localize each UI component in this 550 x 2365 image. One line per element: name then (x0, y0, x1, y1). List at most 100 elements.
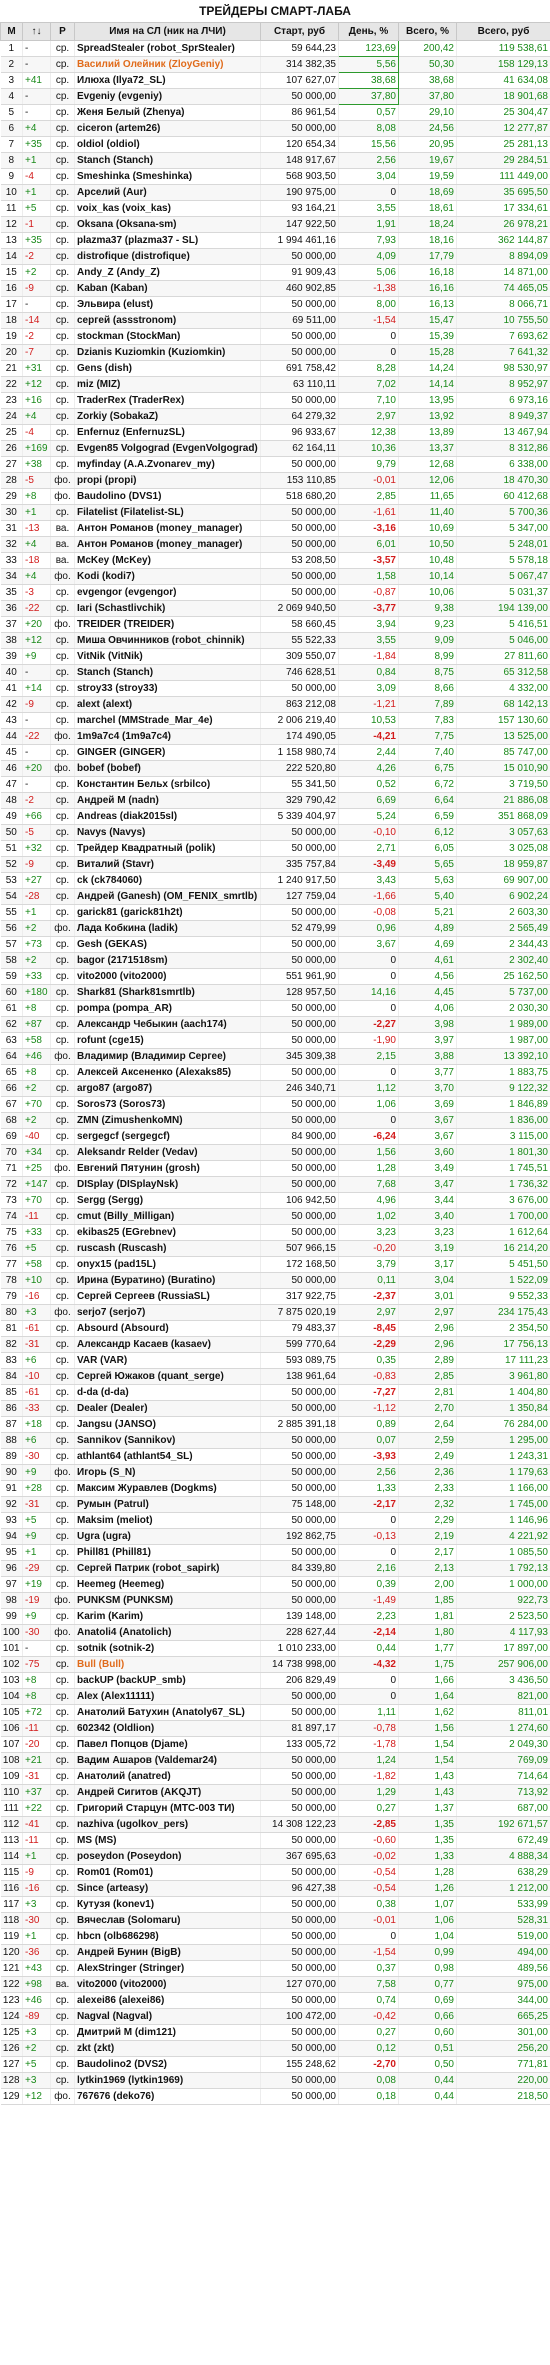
table-row[interactable]: 59 +33 ср. vito2000 (vito2000) 551 961,90 0 4,… (0, 968, 550, 985)
table-row[interactable]: 3 +41 ср. Илюха (Ilya72_SL) 107 627,07 38,68 3… (0, 72, 550, 89)
table-row[interactable]: 112 -41 ср. nazhiva (ugolkov_pers) 14 308 12… (0, 1816, 550, 1833)
table-row[interactable]: 62 +87 ср. Александр Чебыкин (aach174) 50 00… (0, 1016, 550, 1033)
trader-name-cell[interactable]: Jangsu (JANSO) (74, 1416, 261, 1433)
trader-name-cell[interactable]: voix_kas (voix_kas) (74, 200, 261, 217)
trader-name-cell[interactable]: Stanch (Stanch) (74, 664, 261, 681)
table-row[interactable]: 12 -1 ср. Oksana (Oksana-sm) 147 922,50 1,91 1… (0, 216, 550, 233)
table-row[interactable]: 91 +28 ср. Максим Журавлев (Dogkms) 50 000,0… (0, 1480, 550, 1497)
table-row[interactable]: 48 -2 ср. Андрей М (nadn) 329 790,42 6,69 6,64… (0, 792, 550, 809)
table-row[interactable]: 88 +6 ср. Sannikov (Sannikov) 50 000,00 0,07 2… (0, 1432, 550, 1449)
trader-name-cell[interactable]: onyx15 (pad15L) (74, 1256, 261, 1273)
table-row[interactable]: 116 -16 ср. Since (arteasy) 96 427,38 -0,54 1,… (0, 1880, 550, 1897)
trader-name-cell[interactable]: Трейдер Квадратный (polik) (74, 840, 261, 857)
table-row[interactable]: 90 +9 фо. Игорь (S_N) 50 000,00 2,56 2,36 1 179… (0, 1464, 550, 1481)
col-header-start[interactable]: Старт, руб (260, 22, 339, 41)
table-row[interactable]: 51 +32 ср. Трейдер Квадратный (polik) 50 000… (0, 840, 550, 857)
trader-name-cell[interactable]: Baudolino (DVS1) (74, 488, 261, 505)
table-row[interactable]: 11 +5 ср. voix_kas (voix_kas) 93 164,21 3,55 1… (0, 200, 550, 217)
table-row[interactable]: 125 +3 ср. Дмитрий М (dim121) 50 000,00 0,27 0… (0, 2024, 550, 2041)
table-row[interactable]: 126 +2 ср. zkt (zkt) 50 000,00 0,12 0,51 256,20 (0, 2040, 550, 2057)
trader-name-cell[interactable]: Вячеслав (Solomaru) (74, 1912, 261, 1929)
table-row[interactable]: 111 +22 ср. Григорий Старцун (MTC-003 ТИ) 50… (0, 1800, 550, 1817)
trader-name-cell[interactable]: hbcn (olb686298) (74, 1928, 261, 1945)
table-row[interactable]: 31 -13 ва. Антон Романов (money_manager) 50 … (0, 520, 550, 537)
table-row[interactable]: 38 +12 ср. Миша Овчинников (robot_chinnik) 5… (0, 632, 550, 649)
table-row[interactable]: 23 +16 ср. TraderRex (TraderRex) 50 000,00 7,… (0, 392, 550, 409)
trader-name-cell[interactable]: Женя Белый (Zhenya) (74, 104, 261, 121)
trader-name-cell[interactable]: myfinday (A.A.Zvonarev_my) (74, 456, 261, 473)
table-row[interactable]: 86 -33 ср. Dealer (Dealer) 50 000,00 -1,12 2,7… (0, 1400, 550, 1417)
table-row[interactable]: 108 +21 ср. Вадим Ашаров (Valdemar24) 50 000… (0, 1752, 550, 1769)
table-row[interactable]: 109 -31 ср. Анатолий (anatred) 50 000,00 -1,8… (0, 1768, 550, 1785)
trader-name-cell[interactable]: Kaban (Kaban) (74, 280, 261, 297)
trader-name-cell[interactable]: propi (propi) (74, 472, 261, 489)
table-row[interactable]: 101- ср. sotnik (sotnik-2) 1 010 233,00 0,44… (0, 1640, 550, 1657)
table-row[interactable]: 49 +66 ср. Andreas (diak2015sl) 5 339 404,97… (0, 808, 550, 825)
trader-name-cell[interactable]: Enfernuz (EnfernuzSL) (74, 424, 261, 441)
table-row[interactable]: 100 -30 фо. Anatoli4 (Anatolich) 228 627,44-… (0, 1624, 550, 1641)
table-row[interactable]: 34 +4 фо. Kodi (kodi7) 50 000,00 1,58 10,14 5 0… (0, 568, 550, 585)
trader-name-cell[interactable]: Andreas (diak2015sl) (74, 808, 261, 825)
table-row[interactable]: 102 -75 ср. Bull (Bull) 14 738 998,00 -4,32 1,… (0, 1656, 550, 1673)
table-row[interactable]: 13 +35 ср. plazma37 (plazma37 - SL) 1 994 46… (0, 232, 550, 249)
table-row[interactable]: 105 +72 ср. Анатолий Батухин (Anatoly67_SL)… (0, 1704, 550, 1721)
trader-name-cell[interactable]: Filatelist (Filatelist-SL) (74, 504, 261, 521)
trader-name-cell[interactable]: nazhiva (ugolkov_pers) (74, 1816, 261, 1833)
trader-name-cell[interactable]: Владимир (Владимир Сергее) (74, 1048, 261, 1065)
trader-name-cell[interactable]: Максим Журавлев (Dogkms) (74, 1480, 261, 1497)
table-row[interactable]: 73 +70 ср. Sergg (Sergg) 106 942,50 4,96 3,44 3… (0, 1192, 550, 1209)
table-row[interactable]: 8 +1 ср. Stanch (Stanch) 148 917,67 2,56 19,67… (0, 152, 550, 169)
table-row[interactable]: 15 +2 ср. Andy_Z (Andy_Z) 91 909,43 5,06 16,18… (0, 264, 550, 281)
trader-name-cell[interactable]: Андрей Сигитов (AKQJT) (74, 1784, 261, 1801)
trader-name-cell[interactable]: serjo7 (serjo7) (74, 1304, 261, 1321)
col-header-total-rub[interactable]: Всего, руб (456, 22, 550, 41)
table-row[interactable]: 69 -40 ср. sergegcf (sergegcf) 84 900,00 -6,2… (0, 1128, 550, 1145)
trader-name-cell[interactable]: TREIDER (TREIDER) (74, 616, 261, 633)
table-row[interactable]: 43- ср. marchel (MMStrade_Mar_4e) 2 006 219… (0, 712, 550, 729)
col-header-name[interactable]: Имя на СЛ (ник на ЛЧИ) (74, 22, 261, 41)
table-row[interactable]: 65 +8 ср. Алексей Аксененко (Alexaks85) 50 0… (0, 1064, 550, 1081)
trader-name-cell[interactable]: Bull (Bull) (74, 1656, 261, 1673)
table-row[interactable]: 77 +58 ср. onyx15 (pad15L) 172 168,50 3,79 3,1… (0, 1256, 550, 1273)
trader-name-cell[interactable]: Sannikov (Sannikov) (74, 1432, 261, 1449)
table-row[interactable]: 80 +3 фо. serjo7 (serjo7) 7 875 020,19 2,97 2,… (0, 1304, 550, 1321)
table-row[interactable]: 110 +37 ср. Андрей Сигитов (AKQJT) 50 000,00… (0, 1784, 550, 1801)
trader-name-cell[interactable]: poseydon (Poseydon) (74, 1848, 261, 1865)
trader-name-cell[interactable]: vito2000 (vito2000) (74, 1976, 261, 1993)
table-row[interactable]: 84 -10 ср. Сергей Южаков (quant_serge) 138 9… (0, 1368, 550, 1385)
trader-name-cell[interactable]: Дмитрий М (dim121) (74, 2024, 261, 2041)
table-row[interactable]: 53 +27 ср. ck (ck784060) 1 240 917,50 3,43 5,6… (0, 872, 550, 889)
table-row[interactable]: 32 +4 ва. Антон Романов (money_manager) 50 0… (0, 536, 550, 553)
table-row[interactable]: 30 +1 ср. Filatelist (Filatelist-SL) 50 000,… (0, 504, 550, 521)
trader-name-cell[interactable]: Евгений Пятунин (grosh) (74, 1160, 261, 1177)
table-row[interactable]: 81 -61 ср. Absourd (Absourd) 79 483,37 -8,45 2… (0, 1320, 550, 1337)
table-row[interactable]: 18 -14 ср. сергей (assstronom) 69 511,00 -1,5… (0, 312, 550, 329)
table-row[interactable]: 39 +9 ср. VitNik (VitNik) 309 550,07 -1,84 8,9… (0, 648, 550, 665)
table-row[interactable]: 19 -2 ср. stockman (StockMan) 50 000,00 0 15,3… (0, 328, 550, 345)
trader-name-cell[interactable]: Румын (Patrul) (74, 1496, 261, 1513)
table-row[interactable]: 89 -30 ср. athlant64 (athlant54_SL) 50 000,0… (0, 1448, 550, 1465)
trader-name-cell[interactable]: sotnik (sotnik-2) (74, 1640, 261, 1657)
trader-name-cell[interactable]: Сергей Южаков (quant_serge) (74, 1368, 261, 1385)
trader-name-cell[interactable]: Константин Бельх (srbilco) (74, 776, 261, 793)
table-row[interactable]: 26 +169 ср. Evgen85 Volgograd (EvgenVolgogr… (0, 440, 550, 457)
trader-name-cell[interactable]: Андрей М (nadn) (74, 792, 261, 809)
table-row[interactable]: 10 +1 ср. Арселий (Aur) 190 975,00 0 18,69 35 6… (0, 184, 550, 201)
table-row[interactable]: 1- ср. SpreadStealer (robot_SprStealer) 59 … (0, 40, 550, 57)
trader-name-cell[interactable]: Виталий (Stavr) (74, 856, 261, 873)
trader-name-cell[interactable]: argo87 (argo87) (74, 1080, 261, 1097)
table-row[interactable]: 56 +2 фо. Лада Кобкина (ladik) 52 479,99 0,96… (0, 920, 550, 937)
table-row[interactable]: 61 +8 ср. pompa (pompa_AR) 50 000,00 0 4,06 2 0… (0, 1000, 550, 1017)
trader-name-cell[interactable]: Вадим Ашаров (Valdemar24) (74, 1752, 261, 1769)
trader-name-cell[interactable]: Stanch (Stanch) (74, 152, 261, 169)
table-row[interactable]: 123 +46 ср. alexei86 (alexei86) 50 000,00 0,7… (0, 1992, 550, 2009)
table-row[interactable]: 79 -16 ср. Сергей Сергеев (RussiaSL) 317 922… (0, 1288, 550, 1305)
table-row[interactable]: 107 -20 ср. Павел Попцов (Djame) 133 005,72-… (0, 1736, 550, 1753)
table-row[interactable]: 94 +9 ср. Ugra (ugra) 192 862,75 -0,13 2,19 4 2… (0, 1528, 550, 1545)
trader-name-cell[interactable]: Iari (Schastlivchik) (74, 600, 261, 617)
trader-name-cell[interactable]: distrofique (distrofique) (74, 248, 261, 265)
table-row[interactable]: 129 +12 фо. 767676 (deko76) 50 000,00 0,18 0,4… (0, 2088, 550, 2105)
trader-name-cell[interactable]: stroy33 (stroy33) (74, 680, 261, 697)
table-row[interactable]: 36 -22 ср. Iari (Schastlivchik) 2 069 940,50… (0, 600, 550, 617)
trader-name-cell[interactable]: Rom01 (Rom01) (74, 1864, 261, 1881)
